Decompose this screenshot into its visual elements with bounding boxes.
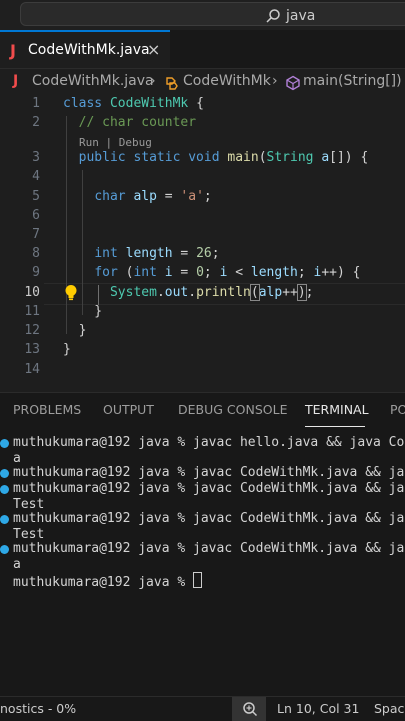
java-file-icon: J — [10, 41, 16, 60]
close-icon[interactable]: × — [147, 40, 160, 59]
code-line-1: class CodeWithMk { — [63, 96, 204, 111]
tab-codewithmk-java[interactable]: J CodeWithMk.java × — [0, 30, 170, 68]
zoom-icon — [243, 702, 258, 717]
line-number: 12 — [24, 323, 40, 338]
code-line-3: public static void main(String a[]) { — [78, 150, 369, 165]
tab-ports[interactable]: PO — [390, 402, 405, 417]
command-success-dot — [0, 515, 9, 524]
line-number: 8 — [32, 246, 40, 261]
terminal-line: Test — [13, 527, 45, 542]
status-indentation[interactable]: Spac — [374, 701, 404, 716]
terminal-line: Test — [13, 497, 45, 512]
command-success-dot — [0, 485, 9, 494]
code-line-11: } — [63, 304, 103, 319]
command-success-dot — [0, 545, 9, 554]
terminal-line: muthukumara@192 java % javac CodeWithMk.… — [13, 541, 405, 556]
terminal-line: a — [13, 557, 21, 572]
terminal-line: a — [13, 451, 21, 466]
terminal-line: muthukumara@192 java % javac hello.java … — [13, 435, 405, 450]
code-line-2: // char counter — [78, 115, 197, 130]
class-icon — [166, 77, 178, 90]
command-success-dot — [0, 439, 9, 448]
status-cursor-position[interactable]: Ln 10, Col 31 — [277, 701, 359, 716]
line-number: 5 — [32, 189, 40, 204]
breadcrumb-separator: › — [272, 73, 278, 89]
line-number-active: 10 — [24, 285, 40, 300]
title-bar: java — [0, 0, 405, 30]
line-number: 11 — [24, 304, 40, 319]
command-search-box[interactable]: java — [20, 2, 405, 26]
breadcrumb-file[interactable]: CodeWithMk.java — [32, 73, 154, 89]
line-number: 14 — [24, 362, 40, 377]
terminal-prompt-line[interactable]: muthukumara@192 java % — [13, 572, 203, 590]
terminal-line: muthukumara@192 java % javac CodeWithMk.… — [13, 481, 405, 496]
status-diagnostics[interactable]: nostics - 0% — [0, 701, 76, 716]
tab-problems[interactable]: PROBLEMS — [13, 402, 81, 417]
code-line-13: } — [63, 342, 71, 357]
breadcrumb-class[interactable]: CodeWithMk — [183, 73, 271, 89]
terminal-prompt: muthukumara@192 java % — [13, 575, 194, 590]
lightbulb-icon[interactable] — [64, 284, 78, 302]
breadcrumb: J CodeWithMk.java › CodeWithMk › main(St… — [0, 70, 405, 94]
line-number: 4 — [32, 169, 40, 184]
search-text: java — [286, 8, 316, 24]
java-file-icon: J — [13, 73, 19, 89]
tab-output[interactable]: OUTPUT — [103, 402, 154, 417]
bottom-panel: PROBLEMS OUTPUT DEBUG CONSOLE TERMINAL P… — [0, 392, 405, 697]
line-number: 2 — [32, 115, 40, 130]
tab-terminal[interactable]: TERMINAL — [305, 402, 369, 417]
line-number: 7 — [32, 227, 40, 242]
code-line-5: char alp = 'a'; — [94, 189, 212, 204]
code-line-10: System.out.println(alp++); — [109, 284, 314, 301]
line-number: 6 — [32, 208, 40, 223]
line-number: 13 — [24, 342, 40, 357]
breadcrumb-method[interactable]: main(String[]) — [303, 73, 402, 89]
editor-tab-bar: J CodeWithMk.java × — [0, 30, 405, 69]
breadcrumb-separator: › — [150, 73, 156, 89]
code-line-9: for (int i = 0; i < length; i++) { — [94, 265, 361, 280]
code-line-8: int length = 26; — [94, 246, 220, 261]
code-editor[interactable]: 1 2 3 4 5 6 7 8 9 10 11 12 13 14 class C… — [0, 94, 405, 384]
code-line-12: } — [63, 323, 87, 338]
terminal-cursor — [193, 572, 203, 588]
tab-label: CodeWithMk.java — [28, 42, 150, 58]
search-icon — [266, 9, 280, 23]
terminal-line: muthukumara@192 java % javac CodeWithMk.… — [13, 511, 405, 526]
line-number: 3 — [32, 150, 40, 165]
tab-debug-console[interactable]: DEBUG CONSOLE — [178, 402, 287, 417]
line-number: 9 — [32, 265, 40, 280]
status-bar: nostics - 0% Ln 10, Col 31 Spac — [0, 696, 405, 721]
line-number: 1 — [32, 96, 40, 111]
active-tab-indicator — [305, 426, 365, 427]
command-success-dot — [0, 469, 9, 478]
terminal-line: muthukumara@192 java % javac CodeWithMk.… — [13, 465, 405, 480]
method-icon — [286, 75, 300, 91]
run-debug-codelens[interactable]: Run | Debug — [79, 136, 152, 149]
